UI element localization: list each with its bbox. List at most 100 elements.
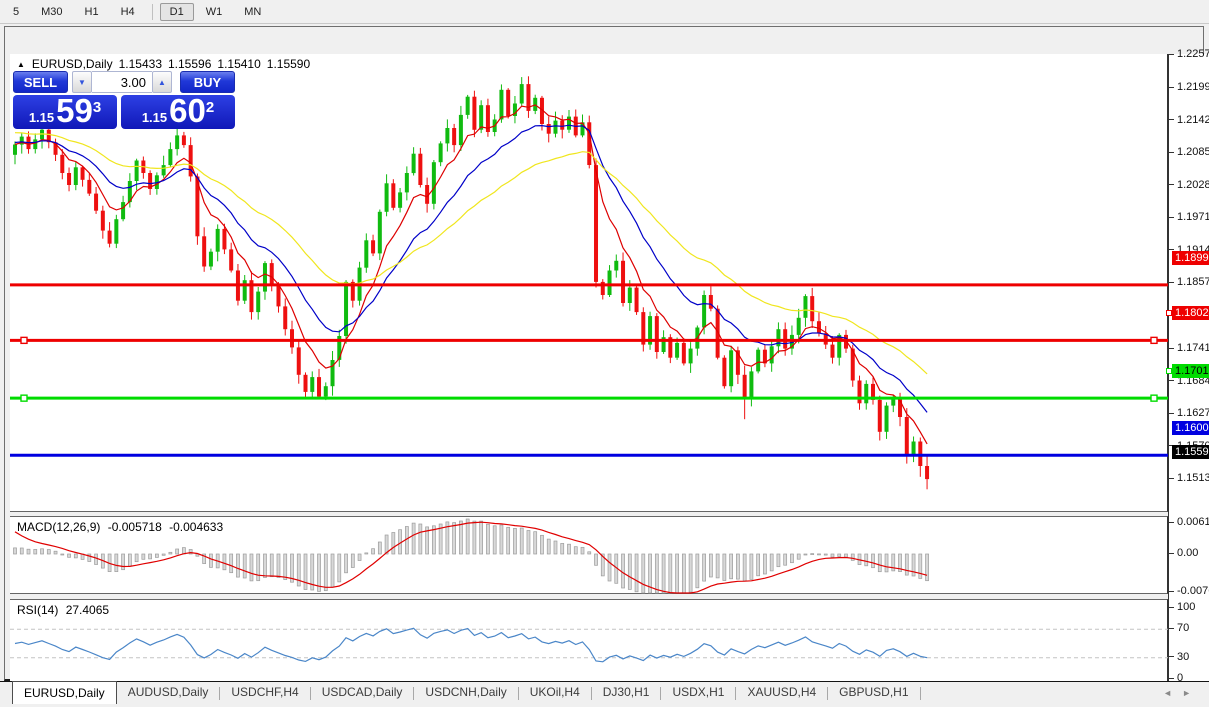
macd-axis-tick-label: -0.007621 [1177,585,1209,597]
price-axis-tick: 1.20850 [1169,145,1209,159]
price-axis-tick-label: 1.19710 [1177,211,1209,223]
chart-tab-usdcad-daily[interactable]: USDCAD,Daily [311,682,414,703]
chart-tab-usdchf-h4[interactable]: USDCHF,H4 [220,682,309,703]
macd-axis-tick: 0.006193 [1169,515,1209,529]
chart-tab-eurusd-daily[interactable]: EURUSD,Daily [12,681,117,704]
mt4-application: 5M30H1H4 D1W1MN ▲ EURUSD,Daily 1.15433 1.… [0,0,1209,707]
chart-tab-xauusd-h4[interactable]: XAUUSD,H4 [736,682,827,703]
hline-price-label: 1.17010 [1172,364,1209,378]
tab-divider [920,687,921,700]
price-axis-tick-label: 1.20280 [1177,179,1209,191]
price-axis-tick: 1.17415 [1169,341,1209,355]
sell-price-box[interactable]: 1.15 59 3 [13,95,117,129]
rsi-axis-tick: 70 [1169,621,1189,635]
macd-axis-tick: 0.00 [1169,546,1198,560]
price-axis-tick-label: 1.15135 [1177,472,1209,484]
tick-dash [1169,628,1174,629]
tick-dash [1169,553,1174,554]
tick-dash [1169,217,1174,218]
ohlc-close: 1.15590 [267,57,310,71]
buy-price-small: 1.15 [142,110,167,125]
buy-price-box[interactable]: 1.15 60 2 [121,95,235,129]
chart-tab-ukoil-h4[interactable]: UKOil,H4 [519,682,591,703]
price-axis-tick: 1.21420 [1169,113,1209,127]
price-axis-tick: 1.15135 [1169,471,1209,485]
macd-label: MACD(12,26,9) -0.005718 -0.004633 [17,520,227,534]
timeframe-toolbar: 5M30H1H4 D1W1MN [0,0,1209,24]
macd-value-signal: -0.004633 [169,520,223,534]
tab-scroll-arrows[interactable]: ◄► [1163,688,1201,698]
sell-price-small: 1.15 [29,110,54,125]
timeframe-button-h1[interactable]: H1 [75,3,109,21]
volume-decrease-button[interactable]: ▼ [72,71,92,93]
sell-price-big: 59 [56,96,93,126]
chart-tab-usdcnh-daily[interactable]: USDCNH,Daily [414,682,517,703]
chart-tab-audusd-daily[interactable]: AUDUSD,Daily [117,682,220,703]
rsi-axis-tick-label: 70 [1177,622,1189,634]
price-axis-tick: 1.22575 [1169,47,1209,61]
buy-button[interactable]: BUY [180,71,235,93]
tick-dash [1169,478,1174,479]
price-axis-tick-label: 1.17415 [1177,342,1209,354]
hline-price-label: 1.16007 [1172,421,1209,435]
price-axis[interactable]: 1.225751.219901.214201.208501.202801.197… [1168,54,1209,685]
timeframe-button-mn[interactable]: MN [234,3,271,21]
tick-dash [1169,282,1174,283]
price-axis-tick: 1.21990 [1169,80,1209,94]
toolbar-separator [152,4,153,20]
volume-input[interactable] [92,71,152,93]
hline-price-label: 1.18998 [1172,251,1209,265]
current-price-label: 1.15590 [1172,445,1209,459]
tick-dash [1169,152,1174,153]
tick-dash [1169,678,1174,679]
timeframe-button-d1[interactable]: D1 [160,3,194,21]
chart-tab-bar: EURUSD,DailyAUDUSD,DailyUSDCHF,H4USDCAD,… [0,681,1209,707]
sell-price-sup: 3 [93,99,101,116]
volume-increase-button[interactable]: ▲ [152,71,172,93]
tick-dash [1169,87,1174,88]
hline-handle[interactable] [1166,310,1172,316]
tick-dash [1169,54,1174,55]
hline-handle[interactable] [1166,368,1172,374]
chart-tab-usdx-h1[interactable]: USDX,H1 [661,682,735,703]
sell-button[interactable]: SELL [13,71,68,93]
rsi-name: RSI(14) [17,603,58,617]
timeframe-button-5[interactable]: 5 [3,3,29,21]
price-chart-pane[interactable]: ▲ EURUSD,Daily 1.15433 1.15596 1.15410 1… [10,54,1168,512]
macd-axis-tick-label: 0.006193 [1177,516,1209,528]
tab-scroll-left-icon[interactable]: ◄ [1163,688,1182,698]
chart-tab-gbpusd-h1[interactable]: GBPUSD,H1 [828,682,919,703]
timeframe-button-h4[interactable]: H4 [111,3,145,21]
timeframe-button-m30[interactable]: M30 [31,3,72,21]
chart-collapse-icon[interactable]: ▲ [17,60,25,69]
price-axis-tick: 1.16275 [1169,406,1209,420]
rsi-indicator-pane[interactable]: RSI(14) 27.4065 [10,599,1168,685]
price-axis-tick: 1.19710 [1169,210,1209,224]
rsi-axis-tick-label: 30 [1177,651,1189,663]
tick-dash [1169,119,1174,120]
chart-symbol-label: EURUSD,Daily [32,57,113,71]
macd-name: MACD(12,26,9) [17,520,100,534]
price-axis-tick: 1.20280 [1169,178,1209,192]
hline-price-label: 1.18024 [1172,306,1209,320]
rsi-label: RSI(14) 27.4065 [17,603,113,617]
ohlc-low: 1.15410 [217,57,260,71]
tick-dash [1169,184,1174,185]
macd-value-main: -0.005718 [108,520,162,534]
ohlc-open: 1.15433 [119,57,162,71]
chart-title: ▲ EURUSD,Daily 1.15433 1.15596 1.15410 1… [17,57,310,71]
rsi-value: 27.4065 [66,603,109,617]
price-axis-tick-label: 1.21420 [1177,114,1209,126]
tick-dash [1169,607,1174,608]
chart-tab-dj30-h1[interactable]: DJ30,H1 [592,682,661,703]
buy-price-sup: 2 [206,99,214,116]
tick-dash [1169,522,1174,523]
tab-scroll-right-icon[interactable]: ► [1182,688,1201,698]
rsi-axis-tick: 100 [1169,600,1195,614]
timeframe-button-w1[interactable]: W1 [196,3,233,21]
macd-axis-tick-label: 0.00 [1177,547,1198,559]
macd-indicator-pane[interactable]: MACD(12,26,9) -0.005718 -0.004633 [10,516,1168,594]
price-axis-tick-label: 1.16275 [1177,407,1209,419]
tick-dash [1169,348,1174,349]
buy-price-big: 60 [169,96,206,126]
